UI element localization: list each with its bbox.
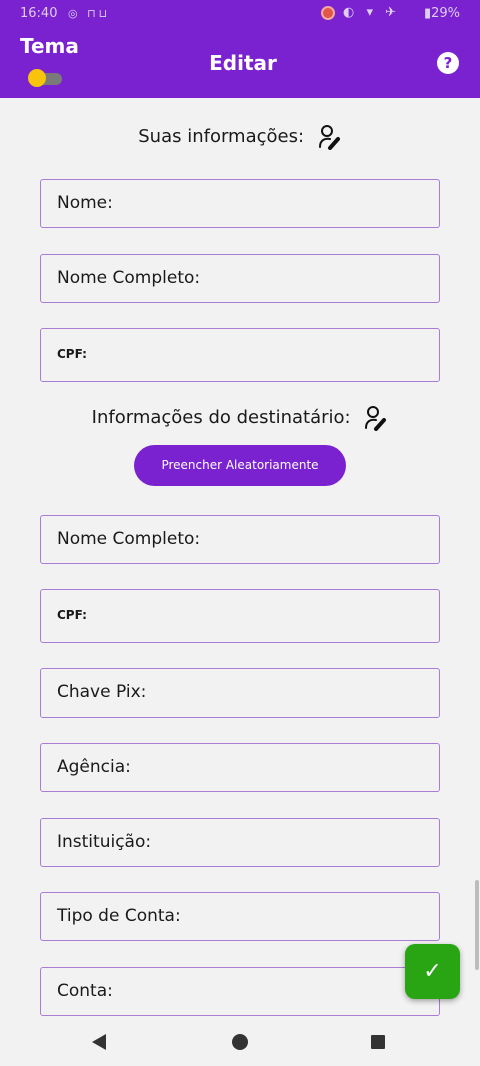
recent-apps-icon[interactable] [371, 1035, 385, 1049]
cpf-field[interactable]: CPF: [40, 328, 440, 382]
nome-field-label: Nome: [57, 193, 113, 213]
nome-field[interactable]: Nome: [40, 179, 440, 228]
cpf-field-label: CPF: [57, 347, 87, 361]
app-bar: 16:40 ◎ ⊓⊔ ◐ ▾ ✈ ▮29% Tema Editar ? [0, 0, 480, 98]
recipient-nome-completo-label: Nome Completo: [57, 529, 201, 549]
instituicao-field[interactable]: Instituição: [40, 818, 440, 867]
conta-field[interactable]: Conta: [40, 967, 440, 1016]
status-right-icons: ◐ ▾ ✈ [320, 5, 400, 20]
help-icon[interactable]: ? [437, 52, 459, 74]
status-left-icons: ◎ ⊓⊔ [68, 7, 111, 20]
recipient-nome-completo-field[interactable]: Nome Completo: [40, 515, 440, 564]
agencia-field[interactable]: Agência: [40, 743, 440, 792]
tipo-conta-label: Tipo de Conta: [57, 906, 181, 926]
page-title: Editar [209, 51, 277, 75]
battery-indicator: ▮29% [423, 6, 460, 21]
recording-icon [320, 5, 335, 20]
nome-completo-field-label: Nome Completo: [57, 268, 201, 288]
random-fill-button[interactable]: Preencher Aleatoriamente [134, 445, 346, 486]
confirm-button[interactable]: ✓ [405, 944, 460, 999]
instituicao-label: Instituição: [57, 832, 152, 852]
nome-completo-field[interactable]: Nome Completo: [40, 254, 440, 303]
person-edit-icon [318, 125, 340, 150]
recipient-cpf-label: CPF: [57, 608, 87, 622]
recipient-heading-text: Informações do destinatário: [91, 407, 351, 428]
scrollbar[interactable] [475, 880, 479, 970]
navigation-bar [0, 1018, 480, 1066]
status-time: 16:40 [20, 6, 58, 21]
your-info-heading-text: Suas informações: [138, 126, 305, 147]
tipo-conta-field[interactable]: Tipo de Conta: [40, 892, 440, 941]
person-edit-icon [365, 406, 387, 431]
home-icon[interactable] [232, 1034, 248, 1050]
chave-pix-label: Chave Pix: [57, 682, 147, 702]
chave-pix-field[interactable]: Chave Pix: [40, 668, 440, 718]
recipient-heading: Informações do destinatário: [0, 405, 480, 431]
status-indicator-icons: ◐ ▾ ✈ [342, 5, 400, 20]
your-info-heading: Suas informações: [0, 124, 480, 150]
agencia-label: Agência: [57, 757, 131, 777]
back-icon[interactable] [92, 1034, 106, 1050]
conta-label: Conta: [57, 981, 113, 1001]
recipient-cpf-field[interactable]: CPF: [40, 589, 440, 643]
status-bar: 16:40 ◎ ⊓⊔ ◐ ▾ ✈ ▮29% [0, 0, 480, 30]
check-icon: ✓ [423, 959, 442, 984]
